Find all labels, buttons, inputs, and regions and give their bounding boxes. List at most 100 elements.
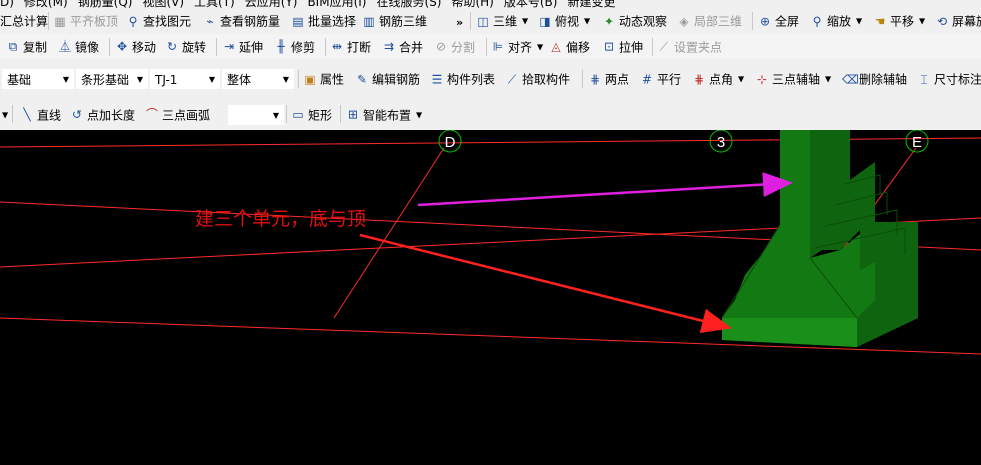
separator — [486, 38, 487, 56]
layer-select-value: 基础 — [7, 73, 32, 87]
break-button[interactable]: ⇹ 打断 — [330, 38, 371, 55]
menu-item[interactable]: 版本号(B) — [504, 0, 558, 8]
rotate-button[interactable]: ↻ 旋转 — [165, 38, 206, 55]
batch-select-label: 批量选择 — [308, 14, 357, 29]
pan-button[interactable]: ☚ 平移 ▼ — [873, 13, 926, 30]
line-label: 直线 — [37, 108, 62, 122]
two-points-button[interactable]: ⋕ 两点 — [588, 71, 629, 88]
batch-select-icon: ▤ — [292, 14, 304, 28]
parallel-button[interactable]: # 平行 — [640, 71, 681, 88]
trim-button[interactable]: ╫ 修剪 — [274, 38, 315, 55]
top-view-button[interactable]: ◨ 俯视 ▼ — [538, 13, 590, 30]
toolbar-draw: ▼ ╲ 直线 ↺ 点加长度 ⌒ 三点画弧 ▼ ▭ 矩形 ⊞ 智能布置 ▼ — [0, 99, 981, 131]
line-button[interactable]: ╲ 直线 — [20, 106, 61, 123]
local-3d-button[interactable]: ◈ 局部三维 — [677, 13, 742, 30]
align-button[interactable]: ⊫ 对齐 ▼ — [491, 38, 543, 55]
screen-rotate-button[interactable]: ⟲ 屏幕旋 — [935, 13, 981, 30]
menu-item[interactable]: 工具(T) — [194, 0, 235, 8]
properties-button[interactable]: ▣ 属性 — [303, 71, 344, 88]
element-select[interactable]: TJ-1 ▼ — [150, 69, 220, 89]
dynamic-view-button[interactable]: ✦ 动态观察 — [602, 13, 667, 30]
layer-select[interactable]: 基础 ▼ — [2, 69, 74, 89]
chevron-down-icon: ▼ — [136, 75, 143, 84]
dimension-icon: ⌶ — [920, 72, 928, 86]
part-select[interactable]: 整体 ▼ — [222, 69, 294, 89]
viewport-3d[interactable]: D 3 E 建三个单元，底与顶 — [0, 130, 981, 465]
menu-item[interactable]: D) — [0, 0, 14, 8]
pick-element-button[interactable]: ⟋ 拾取构件 — [505, 71, 570, 88]
parallel-label: 平行 — [657, 72, 682, 87]
toolbar-main: 汇总计算 ▦ 平齐板顶 ⚲ 查找图元 ⌁ 查看钢筋量 ▤ 批量选择 ▥ 钢筋三维 » ◫ 三… — [0, 8, 981, 35]
mirror-button[interactable]: ⏅ 镜像 — [58, 38, 99, 55]
flat-slab-top-button[interactable]: ▦ 平齐板顶 — [53, 13, 118, 30]
menu-bar: D) 修改(M) 钢筋量(Q) 视图(V) 工具(T) 云应用(Y) BIM应用(I) 在线服… — [0, 0, 981, 8]
smart-layout-button[interactable]: ⊞ 智能布置 ▼ — [346, 106, 422, 123]
part-select-value: 整体 — [227, 73, 252, 87]
view-3d-button[interactable]: ◫ 三维 ▼ — [476, 13, 528, 30]
chevron-down-icon[interactable]: ▼ — [537, 42, 543, 51]
arc-mode-select[interactable]: ▼ — [228, 104, 284, 125]
chevron-down-icon[interactable]: ▼ — [856, 17, 862, 26]
rotate-label: 旋转 — [182, 40, 207, 54]
edit-rebar-button[interactable]: ✎ 编辑钢筋 — [355, 71, 420, 88]
orbit-icon: ✦ — [603, 14, 615, 28]
chevron-down-icon[interactable]: ▼ — [584, 17, 590, 26]
find-element-button[interactable]: ⚲ 查找图元 — [126, 13, 191, 30]
three-point-aux-button[interactable]: ⊹ 三点辅轴 ▼ — [755, 71, 831, 88]
viewport-canvas[interactable]: D 3 E — [0, 130, 981, 465]
menu-item[interactable]: 在线服务(S) — [376, 0, 441, 8]
menu-item[interactable]: 帮助(H) — [451, 0, 493, 8]
fullscreen-button[interactable]: ⊕ 全屏 — [758, 13, 799, 30]
annotation-text: 建三个单元，底与顶 — [195, 208, 367, 230]
chevron-down-icon: ▼ — [282, 75, 289, 84]
menu-item[interactable]: 云应用(Y) — [245, 0, 298, 8]
draw-dropdown-arrow[interactable]: ▼ — [0, 110, 8, 119]
point-angle-label: 点角 — [709, 72, 734, 87]
split-button[interactable]: ⊘ 分割 — [434, 38, 475, 55]
type-select[interactable]: 条形基础 ▼ — [76, 69, 148, 89]
element-list-button[interactable]: ☰ 构件列表 — [430, 71, 495, 88]
zoom-button[interactable]: ⚲ 缩放 ▼ — [810, 13, 863, 30]
stretch-icon: ⊡ — [603, 39, 615, 54]
chevron-down-icon[interactable]: ▼ — [825, 75, 831, 84]
extend-button[interactable]: ⇥ 延伸 — [222, 38, 263, 55]
delete-aux-button[interactable]: ⌫ 删除辅轴 — [842, 71, 907, 88]
stretch-button[interactable]: ⊡ 拉伸 — [602, 38, 643, 55]
set-grip-button[interactable]: ⟋ 设置夹点 — [657, 38, 722, 55]
view-rebar-qty-button[interactable]: ⌁ 查看钢筋量 — [203, 13, 280, 30]
rebar-3d-button[interactable]: ▥ 钢筋三维 — [362, 13, 427, 30]
menu-item[interactable]: 钢筋量(Q) — [78, 0, 133, 8]
separator — [109, 38, 110, 56]
copy-button[interactable]: ⧉ 复制 — [6, 38, 47, 55]
move-button[interactable]: ✥ 移动 — [115, 38, 156, 55]
binoculars-icon: ⚲ — [128, 14, 138, 28]
chevron-down-icon[interactable]: ▼ — [738, 75, 744, 84]
point-angle-button[interactable]: ⋕ 点角 ▼ — [692, 71, 744, 88]
aux-axis-icon: ⊹ — [756, 72, 768, 86]
menu-item[interactable]: 修改(M) — [24, 0, 68, 8]
offset-button[interactable]: ◬ 偏移 — [549, 38, 590, 55]
menu-item[interactable]: 视图(V) — [142, 0, 184, 8]
toolbar-element: 基础 ▼ 条形基础 ▼ TJ-1 ▼ 整体 ▼ ▣ 属性 ✎ 编辑钢筋 ☰ 构件列表 ⟋ 拾取构… — [0, 59, 981, 100]
chevron-down-icon[interactable]: ▼ — [522, 17, 528, 26]
point-length-button[interactable]: ↺ 点加长度 — [70, 106, 135, 123]
element-list-label: 构件列表 — [447, 72, 496, 87]
fullscreen-label: 全屏 — [775, 14, 800, 29]
menu-item[interactable]: 新建变更 — [567, 0, 615, 8]
summary-calc-button[interactable]: 汇总计算 — [0, 13, 48, 30]
rectangle-button[interactable]: ▭ 矩形 — [291, 106, 332, 123]
merge-button[interactable]: ⇉ 合并 — [382, 38, 423, 55]
chevron-down-icon[interactable]: ▼ — [919, 17, 925, 26]
dim-label-label: 尺寸标注 — [934, 72, 981, 87]
rectangle-label: 矩形 — [308, 108, 333, 122]
batch-select-button[interactable]: ▤ 批量选择 — [291, 13, 356, 30]
chevron-down-icon[interactable]: ▼ — [416, 110, 422, 119]
view-rebar-qty-label: 查看钢筋量 — [220, 14, 281, 29]
dim-label-button[interactable]: ⌶ 尺寸标注 — [917, 71, 981, 88]
footing-base-face — [722, 318, 857, 347]
menu-item[interactable]: BIM应用(I) — [307, 0, 366, 8]
overflow-chevron-icon[interactable]: » — [456, 16, 463, 29]
three-point-arc-button[interactable]: ⌒ 三点画弧 — [145, 106, 210, 123]
pan-label: 平移 — [890, 14, 915, 29]
grid-line-d — [333, 147, 445, 319]
